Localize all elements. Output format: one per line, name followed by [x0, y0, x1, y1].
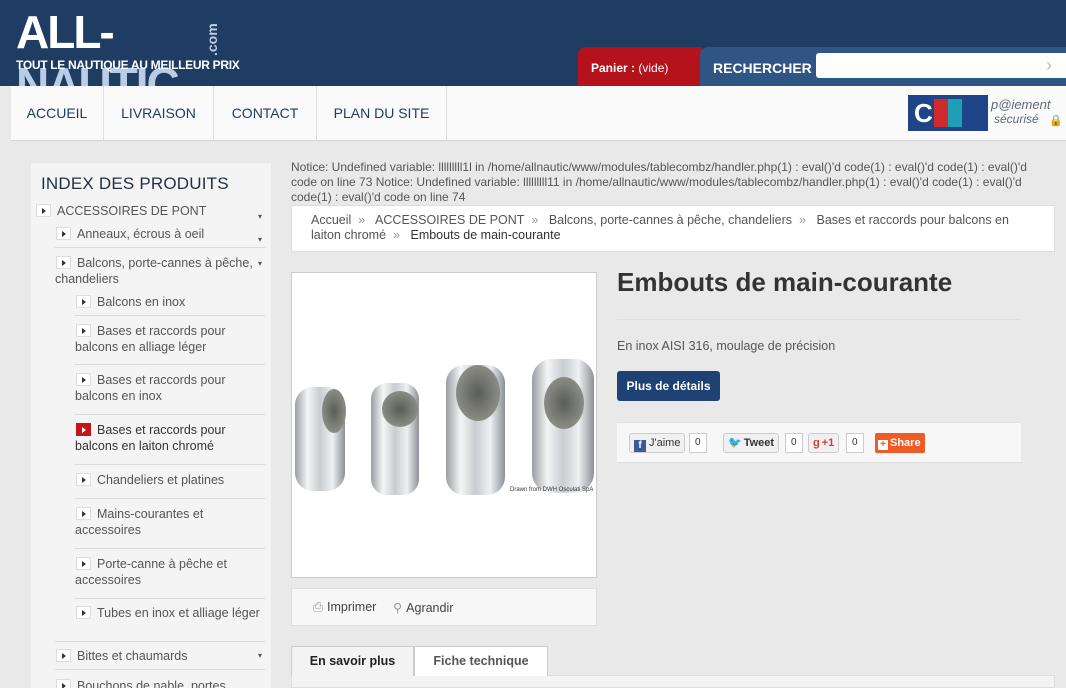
- breadcrumb-current: Embouts de main-courante: [410, 228, 561, 242]
- logo-com: .com: [204, 23, 220, 56]
- image-actions: ⎙ Imprimer ⚲ Agrandir: [291, 588, 597, 626]
- social-bar: f J'aime 0 🐦 Tweet 0 g +1 0 + Share: [617, 422, 1021, 463]
- fitting-4: [532, 359, 594, 493]
- facebook-count: 0: [689, 433, 707, 453]
- product-description: En inox AISI 316, moulage de précision: [617, 339, 836, 353]
- sidebar-item-accessoires-de-pont[interactable]: ACCESSOIRES DE PONT: [57, 203, 257, 219]
- bullet-icon: [76, 473, 91, 486]
- bullet-icon: [76, 295, 91, 308]
- tweet-button[interactable]: 🐦 Tweet: [723, 433, 780, 453]
- bullet-icon: [56, 649, 71, 662]
- cart-value: (vide): [638, 61, 669, 75]
- twitter-icon: 🐦: [728, 437, 742, 449]
- zoom-link[interactable]: ⚲ Agrandir: [393, 600, 453, 615]
- print-link[interactable]: ⎙ Imprimer: [313, 600, 376, 615]
- sidebar-item-bases-alliage[interactable]: Bases et raccords pour balcons en alliag…: [75, 323, 245, 355]
- gplus-count: 0: [846, 433, 864, 453]
- product-image[interactable]: Drawn from DWH Osculati SpA: [291, 272, 597, 578]
- sidebar-item-balcons-porte-cannes[interactable]: Balcons, porte-cannes à pêche, chandelie…: [55, 255, 259, 287]
- image-caption: Drawn from DWH Osculati SpA: [510, 487, 593, 493]
- tab-fiche-technique[interactable]: Fiche technique: [414, 646, 548, 676]
- lock-icon: 🔒: [1049, 115, 1063, 127]
- nav-accueil[interactable]: ACCUEIL: [11, 86, 104, 141]
- product-title: Embouts de main-courante: [617, 267, 953, 297]
- site-header: ALL-NAUTIC .com TOUT LE NAUTIQUE AU MEIL…: [0, 0, 1066, 110]
- search-submit-icon[interactable]: ›: [1046, 56, 1052, 74]
- tab-en-savoir-plus[interactable]: En savoir plus: [291, 646, 414, 676]
- search-bar: RECHERCHER ›: [700, 47, 1066, 86]
- more-details-button[interactable]: Plus de détails: [617, 371, 720, 401]
- divider: [617, 319, 1021, 320]
- site-logo[interactable]: ALL-NAUTIC .com TOUT LE NAUTIQUE AU MEIL…: [16, 6, 240, 110]
- sidebar-item-porte-canne[interactable]: Porte-canne à pêche et accessoires: [75, 556, 245, 588]
- fitting-2: [371, 383, 419, 495]
- breadcrumb-item[interactable]: Balcons, porte-cannes à pêche, chandelie…: [549, 213, 792, 227]
- breadcrumb-item[interactable]: ACCESSOIRES DE PONT: [375, 213, 524, 227]
- sidebar-item-balcons-inox[interactable]: Balcons en inox: [97, 294, 257, 310]
- product-photo: Drawn from DWH Osculati SpA: [295, 359, 594, 495]
- chevron-down-icon[interactable]: ▾: [258, 212, 262, 221]
- php-notice: Notice: Undefined variable: lllllllll1l …: [291, 160, 1027, 204]
- plus-icon: +: [878, 440, 888, 450]
- sidebar-title: INDEX DES PRODUITS: [41, 174, 229, 193]
- facebook-like-button[interactable]: f J'aime: [629, 433, 686, 453]
- sidebar-item-tubes[interactable]: Tubes en inox et alliage léger: [97, 605, 267, 621]
- bullet-icon: [56, 227, 71, 240]
- sidebar-item-chandeliers[interactable]: Chandeliers et platines: [97, 472, 257, 488]
- gplus-icon: g: [813, 437, 820, 449]
- main-nav: ACCUEIL LIVRAISON CONTACT PLAN DU SITE C…: [11, 86, 1066, 141]
- fitting-1: [295, 387, 346, 491]
- search-label: RECHERCHER: [713, 60, 812, 76]
- sidebar-item-bases-inox[interactable]: Bases et raccords pour balcons en inox: [75, 372, 245, 404]
- cic-logo: CIC: [908, 95, 988, 131]
- sidebar-item-bittes[interactable]: Bittes et chaumards: [77, 648, 257, 664]
- cart-summary[interactable]: Panier : (vide): [578, 47, 702, 86]
- chevron-down-icon[interactable]: ▾: [258, 259, 262, 268]
- sidebar-item-bases-laiton-active[interactable]: Bases et raccords pour balcons en laiton…: [75, 422, 245, 454]
- breadcrumb: Accueil» ACCESSOIRES DE PONT» Balcons, p…: [291, 205, 1055, 252]
- breadcrumb-item[interactable]: Accueil: [311, 213, 351, 227]
- product-tabs: En savoir plus Fiche technique: [291, 646, 1055, 688]
- search-input[interactable]: [816, 53, 1066, 78]
- bullet-icon: [76, 606, 91, 619]
- chevron-down-icon[interactable]: ▾: [258, 235, 262, 244]
- bullet-icon: [56, 679, 71, 688]
- sidebar-item-bouchons[interactable]: Bouchons de nable, portes: [77, 678, 257, 688]
- gplus-button[interactable]: g +1: [808, 433, 840, 453]
- magnifier-icon: ⚲: [393, 601, 403, 615]
- sidebar-item-mains-courantes[interactable]: Mains-courantes et accessoires: [75, 506, 225, 538]
- tweet-count: 0: [785, 433, 803, 453]
- sidebar-item-anneaux[interactable]: Anneaux, écrous à oeil: [77, 226, 257, 242]
- facebook-icon: f: [634, 440, 646, 452]
- printer-icon: ⎙: [313, 600, 324, 614]
- nav-plan-du-site[interactable]: PLAN DU SITE: [317, 86, 447, 141]
- share-button[interactable]: + Share: [875, 433, 925, 453]
- nav-contact[interactable]: CONTACT: [214, 86, 317, 141]
- logo-tagline: TOUT LE NAUTIQUE AU MEILLEUR PRIX: [16, 58, 240, 72]
- fitting-3: [446, 365, 505, 495]
- bullet-icon: [36, 204, 51, 217]
- chevron-down-icon[interactable]: ▾: [258, 651, 262, 660]
- nav-livraison[interactable]: LIVRAISON: [104, 86, 214, 141]
- product-index-sidebar: INDEX DES PRODUITS ACCESSOIRES DE PONT ▾…: [31, 163, 271, 688]
